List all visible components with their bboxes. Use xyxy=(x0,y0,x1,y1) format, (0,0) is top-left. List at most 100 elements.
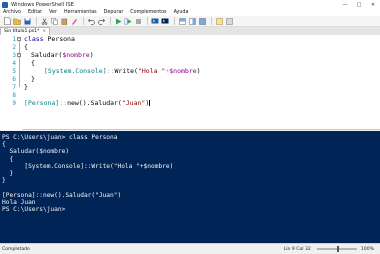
tab-script[interactable]: Sin título1.ps1* × xyxy=(0,27,51,35)
minimize-icon[interactable]: — xyxy=(338,0,352,9)
code-line-6: } xyxy=(31,75,35,83)
run-selection-icon[interactable] xyxy=(124,17,132,25)
console-line: Saludar($nombre) xyxy=(2,148,70,156)
toolbar-separator xyxy=(174,17,175,25)
brace-token: { xyxy=(31,59,35,67)
stop-icon[interactable] xyxy=(134,17,142,25)
line-number-gutter: 1 2 3 4 5 6 7 8 9 − − xyxy=(0,35,22,130)
code-line-9: [Persona]::new().Saludar("Juan") xyxy=(24,99,150,107)
menu-debug[interactable]: Depurar xyxy=(104,10,124,15)
code-line-5: [System.Console]::Write("Hola "+$nombre) xyxy=(44,67,201,75)
paren-token: ) xyxy=(89,51,94,59)
script-editor[interactable]: 1 2 3 4 5 6 7 8 9 − − class Persona { Sa… xyxy=(0,35,380,130)
layout-script-max-icon[interactable] xyxy=(198,17,206,25)
show-commands-icon[interactable] xyxy=(215,17,223,25)
window-controls: — □ ✕ xyxy=(338,0,380,9)
brace-token: { xyxy=(24,43,28,51)
paren-token: ) xyxy=(196,67,201,75)
tab-close-icon[interactable]: × xyxy=(42,29,46,34)
code-line-2: { xyxy=(24,43,28,51)
menu-file[interactable]: Archivo xyxy=(3,10,21,15)
cut-icon[interactable] xyxy=(40,17,48,25)
line-number: 3 xyxy=(12,52,16,59)
console-line: { xyxy=(2,155,14,163)
clear-console-icon[interactable] xyxy=(70,17,78,25)
line-number: 8 xyxy=(12,92,16,99)
run-script-icon[interactable] xyxy=(114,17,122,25)
menu-help[interactable]: Ayuda xyxy=(174,10,189,15)
line-number: 1 xyxy=(12,36,16,43)
show-addon-icon[interactable] xyxy=(225,17,233,25)
copy-icon[interactable] xyxy=(50,17,58,25)
brace-token: } xyxy=(24,83,28,91)
zoom-slider-thumb[interactable] xyxy=(337,246,340,252)
operator-token: :: xyxy=(59,99,68,107)
line-number: 9 xyxy=(12,100,16,107)
script-tabs: Sin título1.ps1* × xyxy=(0,27,380,35)
menu-view[interactable]: Ver xyxy=(49,10,57,15)
remote-powershell-icon[interactable] xyxy=(151,17,159,25)
console-line: } xyxy=(2,177,6,185)
undo-icon[interactable] xyxy=(87,17,95,25)
code-line-4: { xyxy=(31,59,35,67)
tab-label: Sin título1.ps1* xyxy=(4,29,40,34)
string-token: "Juan" xyxy=(121,99,146,107)
open-folder-icon[interactable] xyxy=(13,17,21,25)
line-number: 7 xyxy=(12,84,16,91)
powershell-app-icon xyxy=(2,1,8,8)
paste-icon[interactable] xyxy=(60,17,68,25)
new-file-icon[interactable] xyxy=(3,17,11,25)
variable-token: $nombre xyxy=(62,51,90,59)
save-icon[interactable] xyxy=(23,17,31,25)
variable-token: $nombre xyxy=(169,67,197,75)
console-line: [Persona]::new().Saludar("Juan") xyxy=(2,191,122,199)
method-token: Saludar( xyxy=(31,51,63,59)
console-prompt: PS C:\Users\juan> xyxy=(2,205,66,213)
text-cursor xyxy=(149,99,150,107)
type-token: [System.Console] xyxy=(44,67,107,75)
toolbar xyxy=(0,16,380,27)
string-token: "Hola " xyxy=(137,67,166,75)
keyword-token: class xyxy=(24,35,44,43)
console-line: } xyxy=(2,169,14,177)
cursor-position: Lín 9 Col 32 xyxy=(283,246,311,252)
menu-tools[interactable]: Herramientas xyxy=(64,10,97,15)
method-token: Write( xyxy=(114,67,138,75)
console-pane[interactable]: PS C:\Users\juan> class Persona { Saluda… xyxy=(0,131,380,243)
close-icon[interactable]: ✕ xyxy=(366,0,380,9)
brace-token: } xyxy=(31,75,35,83)
type-token: [Persona] xyxy=(24,99,60,107)
zoom-level: 100% xyxy=(360,246,374,252)
fold-guide xyxy=(19,57,20,79)
redo-icon[interactable] xyxy=(97,17,105,25)
code-line-3: Saludar($nombre) xyxy=(31,51,94,59)
menu-bar: Archivo Editar Ver Herramientas Depurar … xyxy=(0,9,380,16)
code-line-1: class Persona xyxy=(24,35,75,43)
layout-script-right-icon[interactable] xyxy=(188,17,196,25)
toolbar-separator xyxy=(211,17,212,25)
window-title: Windows PowerShell ISE xyxy=(11,1,74,8)
code-line-7: } xyxy=(24,83,28,91)
toolbar-separator xyxy=(147,17,148,25)
status-bar: Completado Lín 9 Col 32 100% xyxy=(0,243,380,254)
maximize-icon[interactable]: □ xyxy=(352,0,366,9)
toolbar-separator xyxy=(36,17,37,25)
layout-script-top-icon[interactable] xyxy=(178,17,186,25)
method-token: new().Saludar( xyxy=(67,99,122,107)
powershell-console-icon[interactable] xyxy=(161,17,169,25)
console-line: { xyxy=(2,141,6,149)
console-line: PS C:\Users\juan> class Persona xyxy=(2,134,118,141)
menu-edit[interactable]: Editar xyxy=(28,10,42,15)
line-number: 2 xyxy=(12,44,16,51)
status-text: Completado xyxy=(2,246,30,252)
menu-addons[interactable]: Complementos xyxy=(130,10,166,15)
line-number: 4 xyxy=(12,60,16,67)
title-bar: Windows PowerShell ISE — □ ✕ xyxy=(0,0,380,9)
zoom-slider[interactable] xyxy=(316,246,357,252)
console-line: [System.Console]::Write("Hola "+$nombre) xyxy=(2,162,174,170)
line-number: 6 xyxy=(12,76,16,83)
line-number: 5 xyxy=(12,68,16,75)
class-name-token: Persona xyxy=(43,35,75,43)
console-line: Hola Juan xyxy=(2,198,36,206)
